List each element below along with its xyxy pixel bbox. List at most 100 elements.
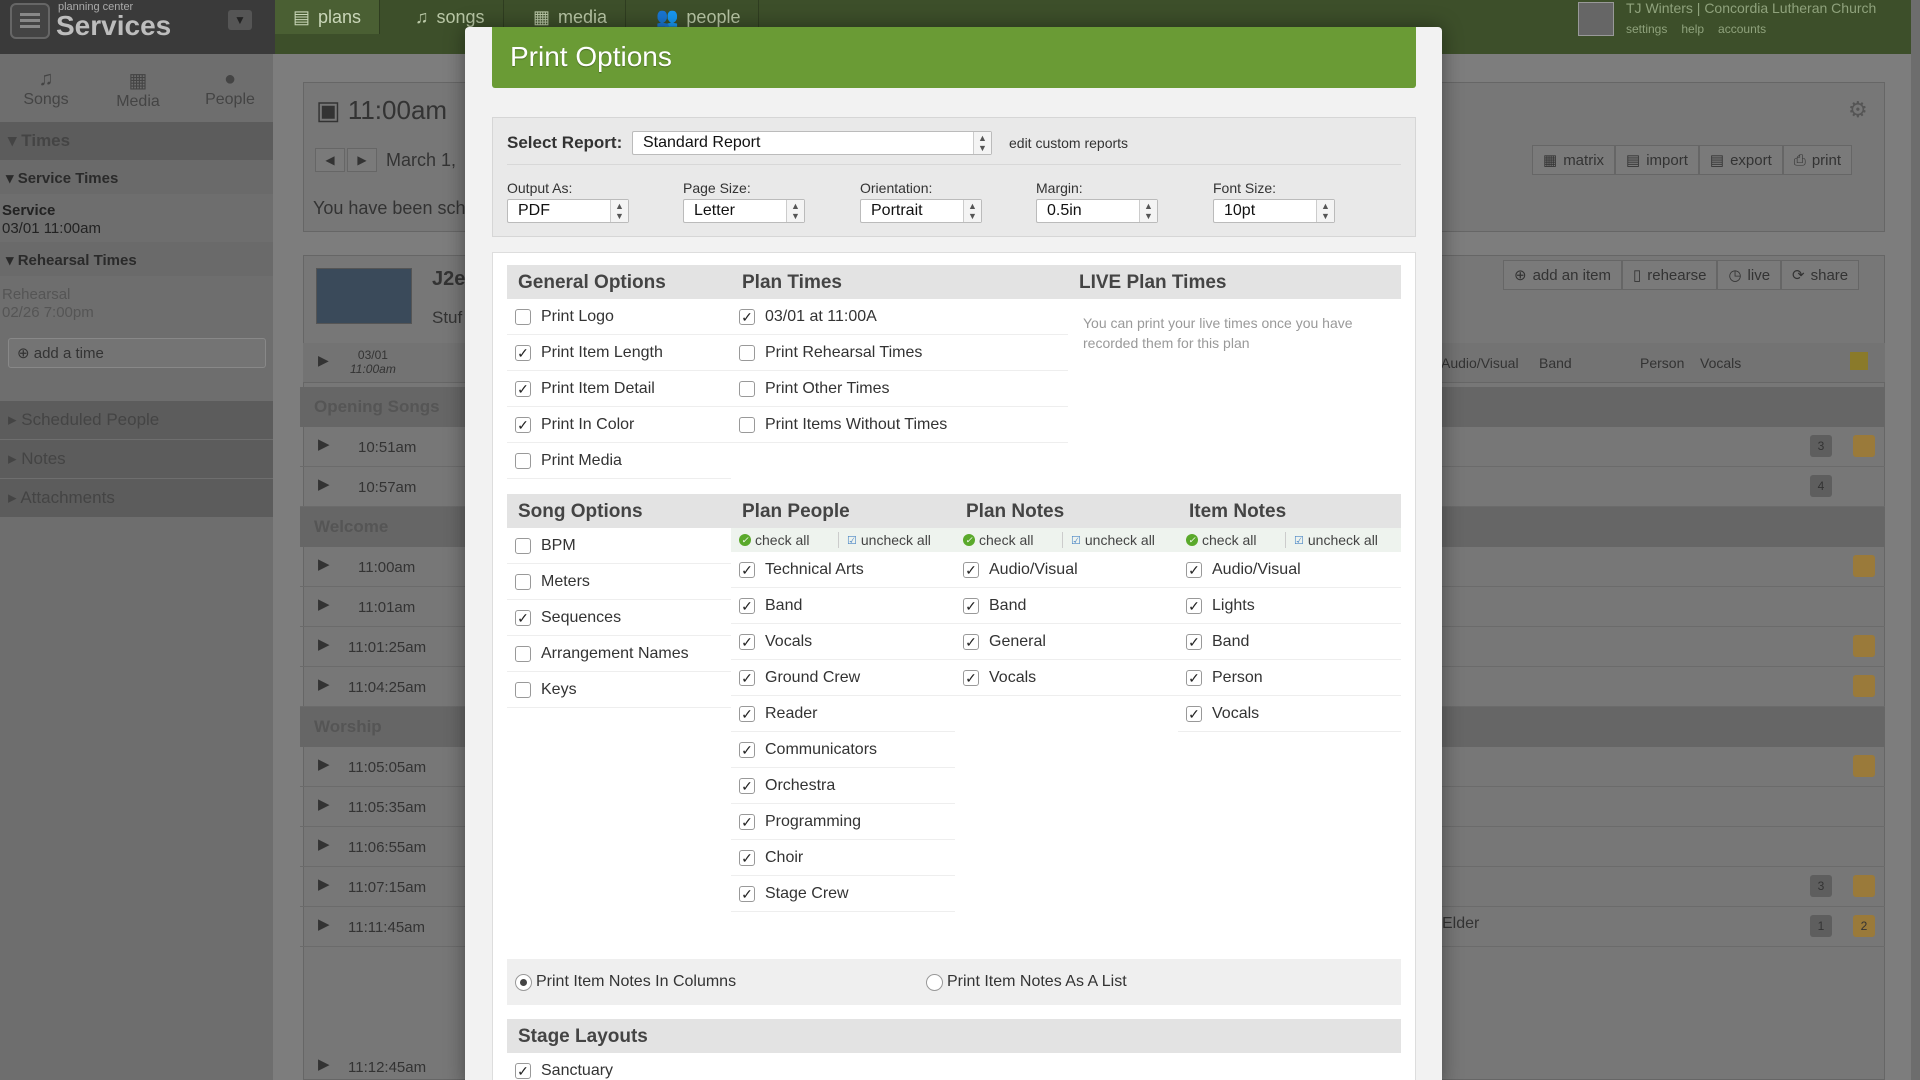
checkbox[interactable]: ✓ bbox=[963, 561, 979, 578]
checkbox[interactable]: ✓ bbox=[1186, 669, 1202, 686]
checkbox[interactable]: ✓ bbox=[963, 669, 979, 686]
notes-as-list-option[interactable]: Print Item Notes As A List bbox=[926, 973, 1127, 991]
rehearsal-times-header[interactable]: ▾ Rehearsal Times bbox=[0, 242, 273, 276]
option-bpm[interactable]: BPM bbox=[507, 528, 731, 564]
expand-icon[interactable]: ▶ bbox=[318, 435, 330, 453]
list-item[interactable]: ✓ Person bbox=[1178, 660, 1401, 696]
import-button[interactable]: ▤ import bbox=[1615, 145, 1699, 175]
app-switcher-chevron-icon[interactable]: ▼ bbox=[228, 10, 252, 30]
list-item[interactable]: ✓ Programming bbox=[731, 804, 955, 840]
checkbox[interactable] bbox=[739, 344, 755, 361]
option-print-items-without-times[interactable]: Print Items Without Times bbox=[731, 407, 1068, 443]
checkbox[interactable] bbox=[515, 573, 531, 590]
column-person[interactable]: Person bbox=[1640, 355, 1684, 371]
list-item[interactable]: ✓ Band bbox=[1178, 624, 1401, 660]
rehearse-button[interactable]: ▯ rehearse bbox=[1621, 260, 1718, 290]
checkbox[interactable]: ✓ bbox=[1186, 561, 1202, 578]
times-header[interactable]: ▾ Times bbox=[0, 122, 273, 160]
check-all-button[interactable]: ✓ check all bbox=[731, 532, 839, 548]
uncheck-all-button[interactable]: ☑ uncheck all bbox=[839, 532, 931, 548]
checkbox[interactable]: ✓ bbox=[1186, 633, 1202, 650]
column-band[interactable]: Band bbox=[1539, 355, 1572, 371]
checkbox[interactable] bbox=[739, 380, 755, 397]
list-item[interactable]: ✓ Audio/Visual bbox=[955, 552, 1178, 588]
checkbox[interactable] bbox=[515, 681, 531, 698]
export-button[interactable]: ▤ export bbox=[1698, 145, 1783, 175]
avatar[interactable] bbox=[1578, 2, 1614, 36]
column-vocals[interactable]: Vocals bbox=[1700, 355, 1741, 371]
expand-icon[interactable]: ▶ bbox=[318, 595, 330, 613]
expand-icon[interactable]: ▶ bbox=[318, 755, 330, 773]
expand-all-icon[interactable]: ▶ bbox=[318, 352, 329, 369]
list-item[interactable]: ✓ Vocals bbox=[1178, 696, 1401, 732]
folder-icon[interactable] bbox=[1850, 352, 1868, 370]
expand-icon[interactable]: ▶ bbox=[318, 835, 330, 853]
checkbox[interactable]: ✓ bbox=[963, 633, 979, 650]
user-menu[interactable]: TJ Winters | Concordia Lutheran Church s… bbox=[1570, 0, 1900, 54]
matrix-button[interactable]: ▦ matrix bbox=[1532, 145, 1616, 175]
checkbox[interactable]: ✓ bbox=[739, 885, 755, 902]
service-time[interactable]: 03/01 11:00am bbox=[2, 220, 101, 237]
gear-icon[interactable]: ⚙ bbox=[1848, 97, 1868, 123]
radio-button[interactable] bbox=[515, 973, 532, 991]
list-item[interactable]: ✓ Technical Arts bbox=[731, 552, 955, 588]
print-button[interactable]: ⎙ print bbox=[1782, 145, 1852, 175]
sidebar-tab-people[interactable]: ● People bbox=[184, 54, 276, 122]
expand-icon[interactable]: ▶ bbox=[318, 555, 330, 573]
option-print-in-color[interactable]: ✓ Print In Color bbox=[507, 407, 731, 443]
uncheck-all-button[interactable]: ☑ uncheck all bbox=[1063, 532, 1155, 548]
checkbox[interactable]: ✓ bbox=[739, 633, 755, 650]
option-print-item-detail[interactable]: ✓ Print Item Detail bbox=[507, 371, 731, 407]
option-meters[interactable]: Meters bbox=[507, 564, 731, 600]
next-plan-button[interactable]: ▶ bbox=[347, 148, 377, 172]
checkbox[interactable]: ✓ bbox=[515, 1062, 531, 1079]
margin-select[interactable]: 0.5in ▲ ▼ bbox=[1036, 199, 1158, 223]
checkbox[interactable]: ✓ bbox=[515, 609, 531, 626]
menu-icon[interactable] bbox=[10, 3, 50, 39]
list-item[interactable]: ✓ Stage Crew bbox=[731, 876, 955, 912]
checkbox[interactable] bbox=[515, 645, 531, 662]
app-brand[interactable]: planning center Services ▼ bbox=[0, 0, 275, 54]
list-item[interactable]: ✓ Band bbox=[955, 588, 1178, 624]
checkbox[interactable]: ✓ bbox=[739, 813, 755, 830]
checkbox[interactable] bbox=[515, 308, 531, 325]
checkbox[interactable] bbox=[515, 452, 531, 469]
page-size-select[interactable]: Letter ▲ ▼ bbox=[683, 199, 805, 223]
checkbox[interactable]: ✓ bbox=[1186, 705, 1202, 722]
column-audio-visual[interactable]: Audio/Visual bbox=[1441, 355, 1519, 371]
service-times-header[interactable]: ▾ Service Times bbox=[0, 160, 273, 194]
option-print-other-times[interactable]: Print Other Times bbox=[731, 371, 1068, 407]
list-item[interactable]: ✓ Reader bbox=[731, 696, 955, 732]
expand-icon[interactable]: ▶ bbox=[318, 795, 330, 813]
option-sequences[interactable]: ✓ Sequences bbox=[507, 600, 731, 636]
checkbox[interactable]: ✓ bbox=[739, 777, 755, 794]
list-item[interactable]: ✓ Choir bbox=[731, 840, 955, 876]
option-sanctuary[interactable]: ✓ Sanctuary bbox=[507, 1053, 697, 1080]
font-size-select[interactable]: 10pt ▲ ▼ bbox=[1213, 199, 1335, 223]
edit-custom-reports-link[interactable]: edit custom reports bbox=[1009, 135, 1128, 151]
sidebar-section-notes[interactable]: ▸ Notes bbox=[0, 440, 273, 478]
sidebar-tab-songs[interactable]: ♫ Songs bbox=[0, 54, 92, 122]
expand-icon[interactable]: ▶ bbox=[318, 875, 330, 893]
live-button[interactable]: ◷ live bbox=[1717, 260, 1782, 290]
check-all-button[interactable]: ✓ check all bbox=[1178, 532, 1286, 548]
checkbox[interactable] bbox=[515, 537, 531, 554]
add-item-button[interactable]: ⊕ add an item bbox=[1503, 260, 1622, 290]
rehearsal-time[interactable]: 02/26 7:00pm bbox=[2, 304, 94, 321]
list-item[interactable]: ✓ Orchestra bbox=[731, 768, 955, 804]
sidebar-section-scheduled-people[interactable]: ▸ Scheduled People bbox=[0, 401, 273, 439]
sidebar-tab-media[interactable]: ▦ Media bbox=[92, 54, 184, 122]
list-item[interactable]: ✓ Communicators bbox=[731, 732, 955, 768]
notes-in-columns-option[interactable]: Print Item Notes In Columns bbox=[515, 973, 736, 991]
add-time-button[interactable]: ⊕ add a time bbox=[8, 338, 266, 368]
page-scrollbar[interactable] bbox=[1911, 0, 1920, 1080]
check-all-button[interactable]: ✓ check all bbox=[955, 532, 1063, 548]
expand-icon[interactable]: ▶ bbox=[318, 475, 330, 493]
expand-icon[interactable]: ▶ bbox=[318, 675, 330, 693]
help-link[interactable]: help bbox=[1681, 22, 1704, 36]
radio-button[interactable] bbox=[926, 973, 943, 991]
checkbox[interactable]: ✓ bbox=[515, 380, 531, 397]
expand-icon[interactable]: ▶ bbox=[318, 915, 330, 933]
list-item[interactable]: ✓ Vocals bbox=[731, 624, 955, 660]
previous-plan-button[interactable]: ◀ bbox=[315, 148, 345, 172]
